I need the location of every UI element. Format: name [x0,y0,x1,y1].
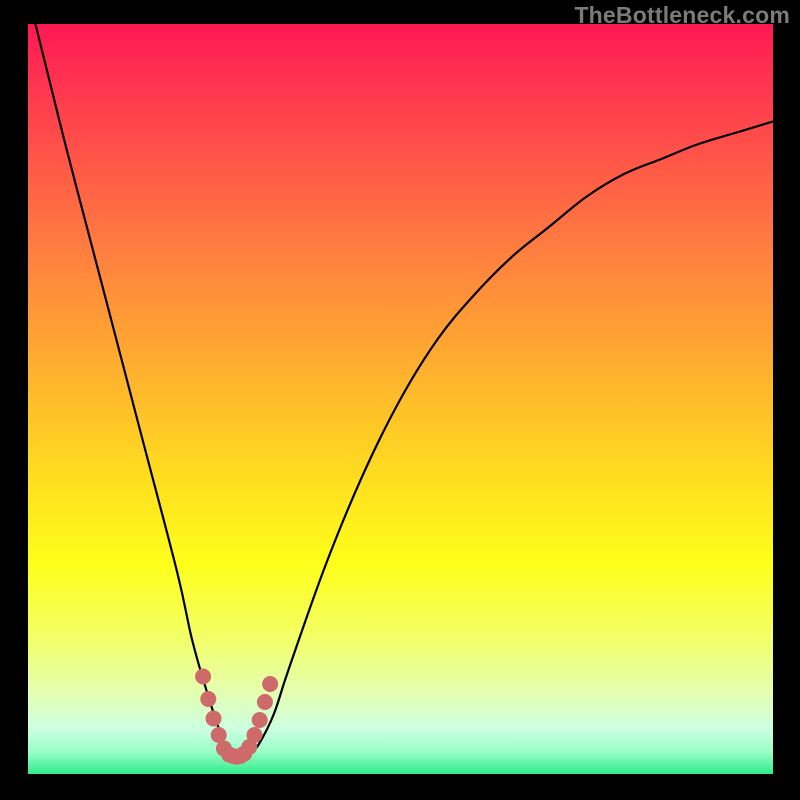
highlight-dot [262,676,278,692]
highlight-dot [252,712,268,728]
chart-svg [28,24,773,774]
highlight-dot [195,669,211,685]
highlight-dot [257,694,273,710]
bottleneck-curve-line [35,24,773,760]
highlight-dot [200,691,216,707]
chart-plot-area [28,24,773,774]
highlight-dot [206,711,222,727]
watermark-text: TheBottleneck.com [574,2,790,29]
highlight-dot [246,727,262,743]
highlight-dots-group [195,669,278,765]
